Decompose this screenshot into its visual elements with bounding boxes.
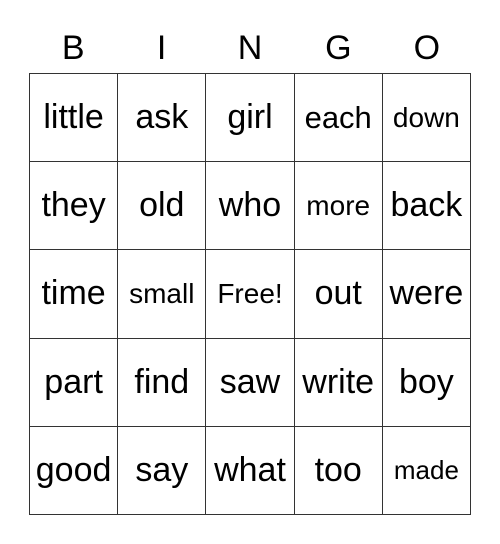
bingo-cell[interactable]: say [118, 426, 207, 515]
bingo-cell[interactable]: too [294, 426, 383, 515]
bingo-cell[interactable]: more [294, 162, 383, 251]
bingo-cell[interactable]: little [30, 74, 119, 163]
bingo-cell[interactable]: boy [382, 338, 471, 427]
header-letter: N [237, 29, 263, 67]
bingo-cell[interactable]: were [382, 250, 471, 339]
bingo-cell[interactable]: old [118, 162, 207, 251]
free-space-cell[interactable]: Free! [206, 250, 295, 339]
bingo-header: BINGO [29, 24, 471, 72]
bingo-cell[interactable]: each [294, 74, 383, 163]
bingo-cell[interactable]: made [382, 426, 471, 515]
bingo-cell[interactable]: girl [206, 74, 295, 163]
header-letter: I [156, 29, 167, 67]
bingo-cell[interactable]: write [294, 338, 383, 427]
bingo-grid: little ask girl each down they old who more back t… [29, 73, 471, 515]
bingo-cell[interactable]: ask [118, 74, 207, 163]
bingo-cell[interactable]: good [30, 426, 119, 515]
header-letter: G [325, 29, 352, 67]
bingo-cell[interactable]: small [118, 250, 207, 339]
bingo-cell[interactable]: time [30, 250, 119, 339]
bingo-cell[interactable]: find [118, 338, 207, 427]
bingo-cell[interactable]: down [382, 74, 471, 163]
bingo-cell[interactable]: out [294, 250, 383, 339]
bingo-cell[interactable]: part [30, 338, 119, 427]
bingo-cell[interactable]: back [382, 162, 471, 251]
header-letter: B [61, 29, 85, 67]
bingo-cell[interactable]: who [206, 162, 295, 251]
bingo-cell[interactable]: they [30, 162, 119, 251]
bingo-cell[interactable]: saw [206, 338, 295, 427]
bingo-cell[interactable]: what [206, 426, 295, 515]
header-letter: O [413, 29, 441, 67]
